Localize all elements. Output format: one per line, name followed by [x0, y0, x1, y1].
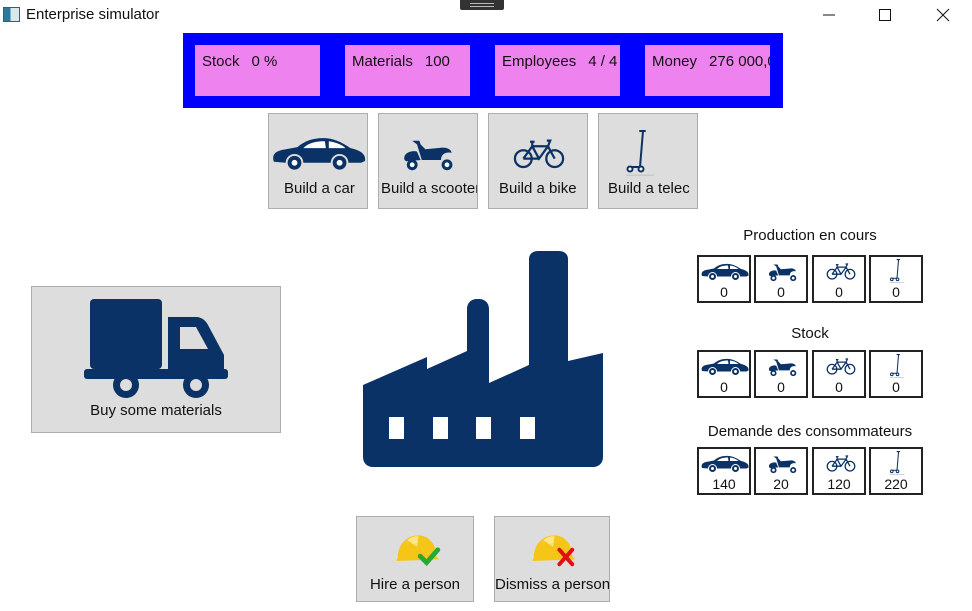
stat-stock-label: Stock	[202, 53, 240, 70]
production-kick-scooter-cell: 0	[869, 255, 923, 303]
drag-handle[interactable]	[460, 0, 504, 10]
stat-employees-value: 4 / 4	[588, 53, 618, 70]
stat-employees: Employees 4 / 4	[495, 45, 620, 96]
demand-scooter-count: 20	[773, 476, 789, 492]
kick-scooter-icon	[889, 258, 905, 284]
bike-icon	[825, 453, 857, 473]
kick-scooter-icon	[889, 450, 905, 476]
demand-scooter-cell: 20	[754, 447, 808, 495]
bike-icon	[825, 261, 857, 281]
build-scooter-label: Build a scooter	[381, 180, 478, 197]
dismiss-person-label: Dismiss a person	[495, 576, 610, 593]
car-icon	[700, 453, 750, 473]
demand-bike-count: 120	[827, 476, 851, 492]
production-bike-count: 0	[835, 284, 843, 300]
maximize-button[interactable]	[862, 0, 908, 30]
build-bike-button[interactable]: Build a bike	[488, 113, 588, 209]
stock-bike-cell: 0	[812, 350, 866, 398]
buy-materials-label: Buy some materials	[90, 402, 222, 419]
production-car-count: 0	[720, 284, 728, 300]
minimize-button[interactable]	[806, 0, 852, 30]
build-car-label: Build a car	[284, 180, 355, 197]
stock-car-count: 0	[720, 379, 728, 395]
production-car-cell: 0	[697, 255, 751, 303]
build-bike-label: Build a bike	[499, 180, 577, 197]
production-scooter-count: 0	[777, 284, 785, 300]
hire-person-label: Hire a person	[369, 576, 461, 593]
close-button[interactable]	[920, 0, 966, 30]
window-title: Enterprise simulator	[26, 6, 160, 23]
demand-car-count: 140	[712, 476, 736, 492]
title-bar: Enterprise simulator	[0, 0, 972, 30]
stock-scooter-count: 0	[777, 379, 785, 395]
maximize-icon	[879, 9, 891, 21]
stat-stock-value: 0 %	[251, 53, 278, 70]
scooter-icon	[766, 356, 800, 378]
hire-person-button[interactable]: Hire a person	[356, 516, 474, 602]
stock-kick-scooter-count: 0	[892, 379, 900, 395]
truck-icon	[84, 299, 228, 398]
car-icon	[270, 132, 368, 172]
dismiss-person-button[interactable]: Dismiss a person	[494, 516, 610, 602]
stat-money: Money 276 000,0	[645, 45, 770, 96]
car-icon	[700, 261, 750, 281]
stock-scooter-cell: 0	[754, 350, 808, 398]
stat-stock: Stock 0 %	[195, 45, 320, 96]
stock-kick-scooter-cell: 0	[869, 350, 923, 398]
demand-car-cell: 140	[697, 447, 751, 495]
app-icon	[3, 7, 20, 22]
demand-bike-cell: 120	[812, 447, 866, 495]
production-title: Production en cours	[743, 227, 877, 244]
demand-kick-scooter-cell: 220	[869, 447, 923, 495]
scooter-icon	[399, 136, 459, 172]
stat-materials-label: Materials	[352, 53, 413, 70]
stats-bar: Stock 0 % Materials 100 Employees 4 / 4 Mon…	[183, 33, 783, 108]
minimize-icon	[823, 14, 835, 16]
demand-title: Demande des consommateurs	[707, 423, 913, 440]
helmet-check-icon	[392, 529, 441, 567]
stat-money-label: Money	[652, 53, 698, 70]
close-icon	[936, 8, 950, 22]
car-icon	[700, 356, 750, 376]
production-bike-cell: 0	[812, 255, 866, 303]
production-scooter-cell: 0	[754, 255, 808, 303]
bike-icon	[511, 136, 567, 170]
stock-bike-count: 0	[835, 379, 843, 395]
bike-icon	[825, 356, 857, 376]
helmet-cross-icon	[528, 529, 578, 567]
build-kick-scooter-button[interactable]: Build a telec	[598, 113, 698, 209]
stock-title: Stock	[791, 325, 829, 342]
stat-money-value: 276 000,0	[709, 53, 770, 70]
production-kick-scooter-count: 0	[892, 284, 900, 300]
kick-scooter-icon	[625, 128, 655, 178]
scooter-icon	[766, 453, 800, 475]
build-kick-scooter-label: Build a telec	[608, 180, 690, 197]
demand-kick-scooter-count: 220	[884, 476, 908, 492]
stat-materials-value: 100	[424, 53, 450, 70]
build-car-button[interactable]: Build a car	[268, 113, 368, 209]
buy-materials-button[interactable]: Buy some materials	[31, 286, 281, 433]
kick-scooter-icon	[889, 353, 905, 379]
factory-icon	[363, 251, 603, 467]
stock-car-cell: 0	[697, 350, 751, 398]
stat-employees-label: Employees	[502, 53, 577, 70]
stat-materials: Materials 100	[345, 45, 470, 96]
build-scooter-button[interactable]: Build a scooter	[378, 113, 478, 209]
scooter-icon	[766, 261, 800, 283]
